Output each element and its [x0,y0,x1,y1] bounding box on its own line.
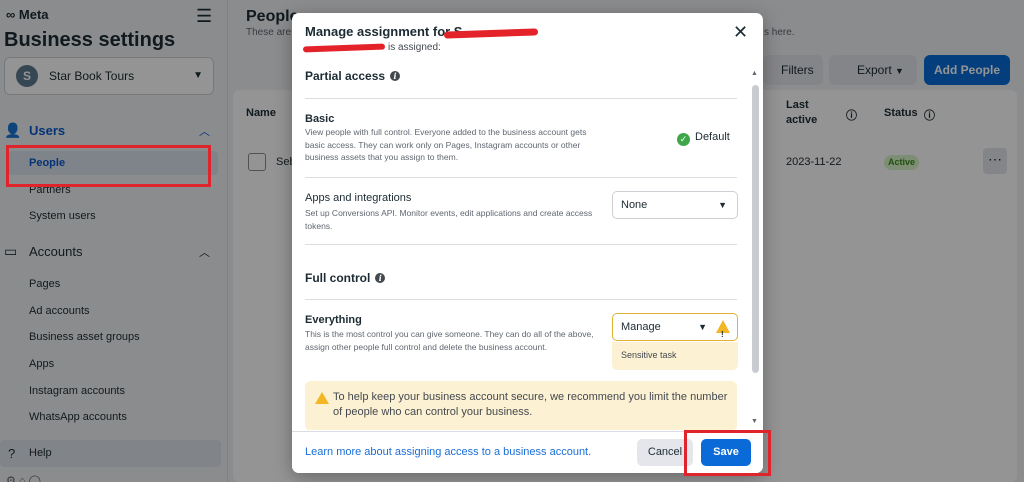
apps-integrations-title: Apps and integrations [305,192,412,204]
divider [305,98,737,99]
everything-title: Everything [305,314,362,326]
full-control-heading: Full control i [305,271,386,285]
caret-down-icon: ▼ [718,200,727,210]
learn-more-link[interactable]: Learn more about assigning access to a b… [305,446,591,458]
everything-select[interactable]: Manage ▼ ! [612,313,738,341]
security-alert-text: To help keep your business account secur… [333,391,728,418]
scroll-down-arrow[interactable]: ▼ [751,418,758,425]
dialog-subtitle: is assigned: [388,42,441,53]
info-icon[interactable]: i [390,71,401,81]
security-alert: To help keep your business account secur… [305,381,737,430]
partial-access-heading: Partial access i [305,69,401,83]
apps-integrations-select[interactable]: None ▼ [612,191,738,219]
apps-integrations-description: Set up Conversions API. Monitor events, … [305,208,593,231]
annotation-highlight-save [684,430,771,476]
warning-icon: ! [716,320,730,339]
check-circle-icon: ✓ [677,133,690,146]
divider [305,177,737,178]
basic-title: Basic [305,113,335,125]
caret-down-icon: ▼ [698,322,707,332]
sensitive-task-note: Sensitive task [612,342,738,370]
scrollbar-thumb[interactable] [752,85,759,373]
scroll-up-arrow[interactable]: ▲ [751,70,758,77]
info-icon[interactable]: i [375,273,386,283]
annotation-highlight-people [6,145,211,187]
redaction-mark [302,43,386,53]
dialog-scroll-area[interactable]: Partial access i Basic View people with f… [292,65,763,430]
dialog-title: Manage assignment for S [305,24,463,39]
basic-description: View people with full control. Everyone … [305,127,587,162]
manage-assignment-dialog: Manage assignment for S is assigned: ✕ P… [292,13,763,473]
close-icon[interactable]: ✕ [733,23,748,41]
warning-icon [315,392,329,404]
everything-description: This is the most control you can give so… [305,329,594,352]
divider [305,244,737,245]
divider [305,299,737,300]
default-badge: ✓ Default [677,131,730,146]
